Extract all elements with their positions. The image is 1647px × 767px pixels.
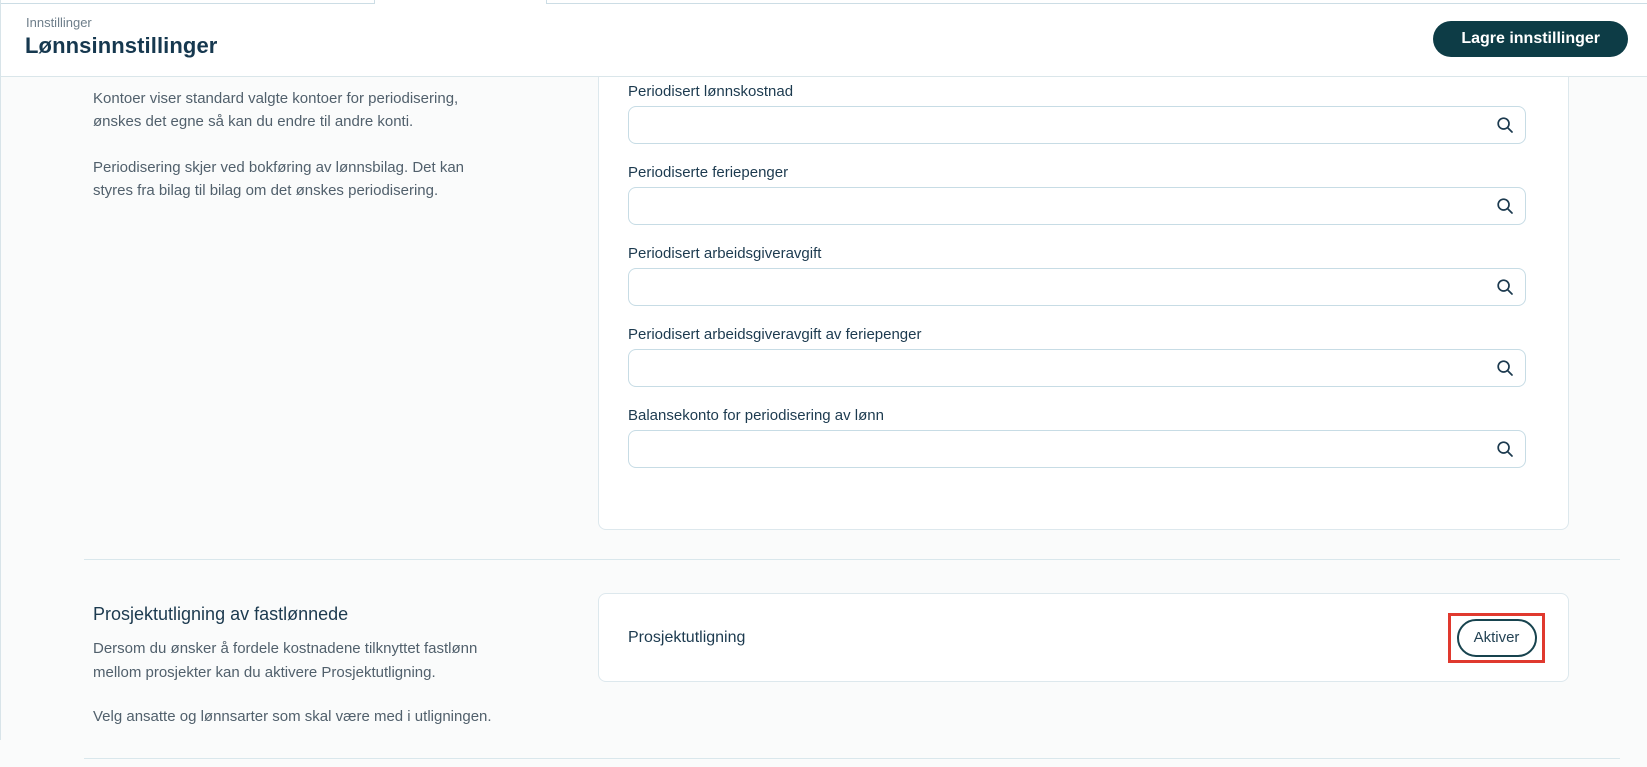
description-paragraph: Dersom du ønsker å fordele kostnadene ti… [93,640,478,681]
accounts-card: Periodisert lønnskostnad Periodiserte fe… [598,77,1569,530]
periodisert-arbeidsgiveravgift-input[interactable] [628,268,1526,306]
field-label: Periodisert arbeidsgiveravgift av feriep… [628,326,922,343]
description-paragraph: Kontoer viser standard valgte kontoer fo… [93,90,459,130]
field-periodisert-arbeidsgiveravgift: Periodisert arbeidsgiveravgift [628,244,1526,306]
page-left-border [0,0,1,740]
field-periodiserte-feriepenger: Periodiserte feriepenger [628,163,1526,225]
project-section-description: Dersom du ønsker å fordele kostnadene ti… [93,637,553,708]
field-label: Balansekonto for periodisering av lønn [628,407,884,424]
accounts-section-description: Kontoer viser standard valgte kontoer fo… [93,87,553,225]
periodiserte-feriepenger-input[interactable] [628,187,1526,225]
settings-content: Kontoer viser standard valgte kontoer fo… [0,77,1647,767]
description-paragraph: Periodisering skjer ved bokføring av løn… [93,159,465,199]
field-periodisert-lonnskostnad: Periodisert lønnskostnad [628,82,1526,144]
periodisert-lonnskostnad-input[interactable] [628,106,1526,144]
periodisert-aga-feriepenger-input[interactable] [628,349,1526,387]
section-divider [84,758,1620,759]
field-label: Periodiserte feriepenger [628,164,789,181]
project-panel-label: Prosjektutligning [628,628,746,646]
balansekonto-input[interactable] [628,430,1526,468]
field-label: Periodisert arbeidsgiveravgift [628,245,822,262]
breadcrumb: Innstillinger [26,15,92,30]
project-card: Prosjektutligning Aktiver [598,593,1569,682]
field-label: Periodisert lønnskostnad [628,83,794,100]
project-section-description-2: Velg ansatte og lønnsarter som skal være… [93,705,553,751]
activate-button-highlight: Aktiver [1448,612,1545,663]
tab-remnant-right [546,0,1647,4]
save-settings-button[interactable]: Lagre innstillinger [1433,21,1628,57]
field-balansekonto: Balansekonto for periodisering av lønn [628,406,1526,468]
top-tab-remnants [0,0,1647,5]
field-periodisert-aga-feriepenger: Periodisert arbeidsgiveravgift av feriep… [628,325,1526,387]
description-paragraph: Velg ansatte og lønnsarter som skal være… [93,708,492,725]
page-title: Lønnsinnstillinger [25,33,218,58]
section-divider [84,559,1620,560]
project-section-heading: Prosjektutligning av fastlønnede [93,604,349,624]
activate-button[interactable]: Aktiver [1456,618,1537,657]
tab-remnant-left [0,0,375,4]
page-header: Innstillinger Lønnsinnstillinger Lagre i… [0,0,1647,77]
